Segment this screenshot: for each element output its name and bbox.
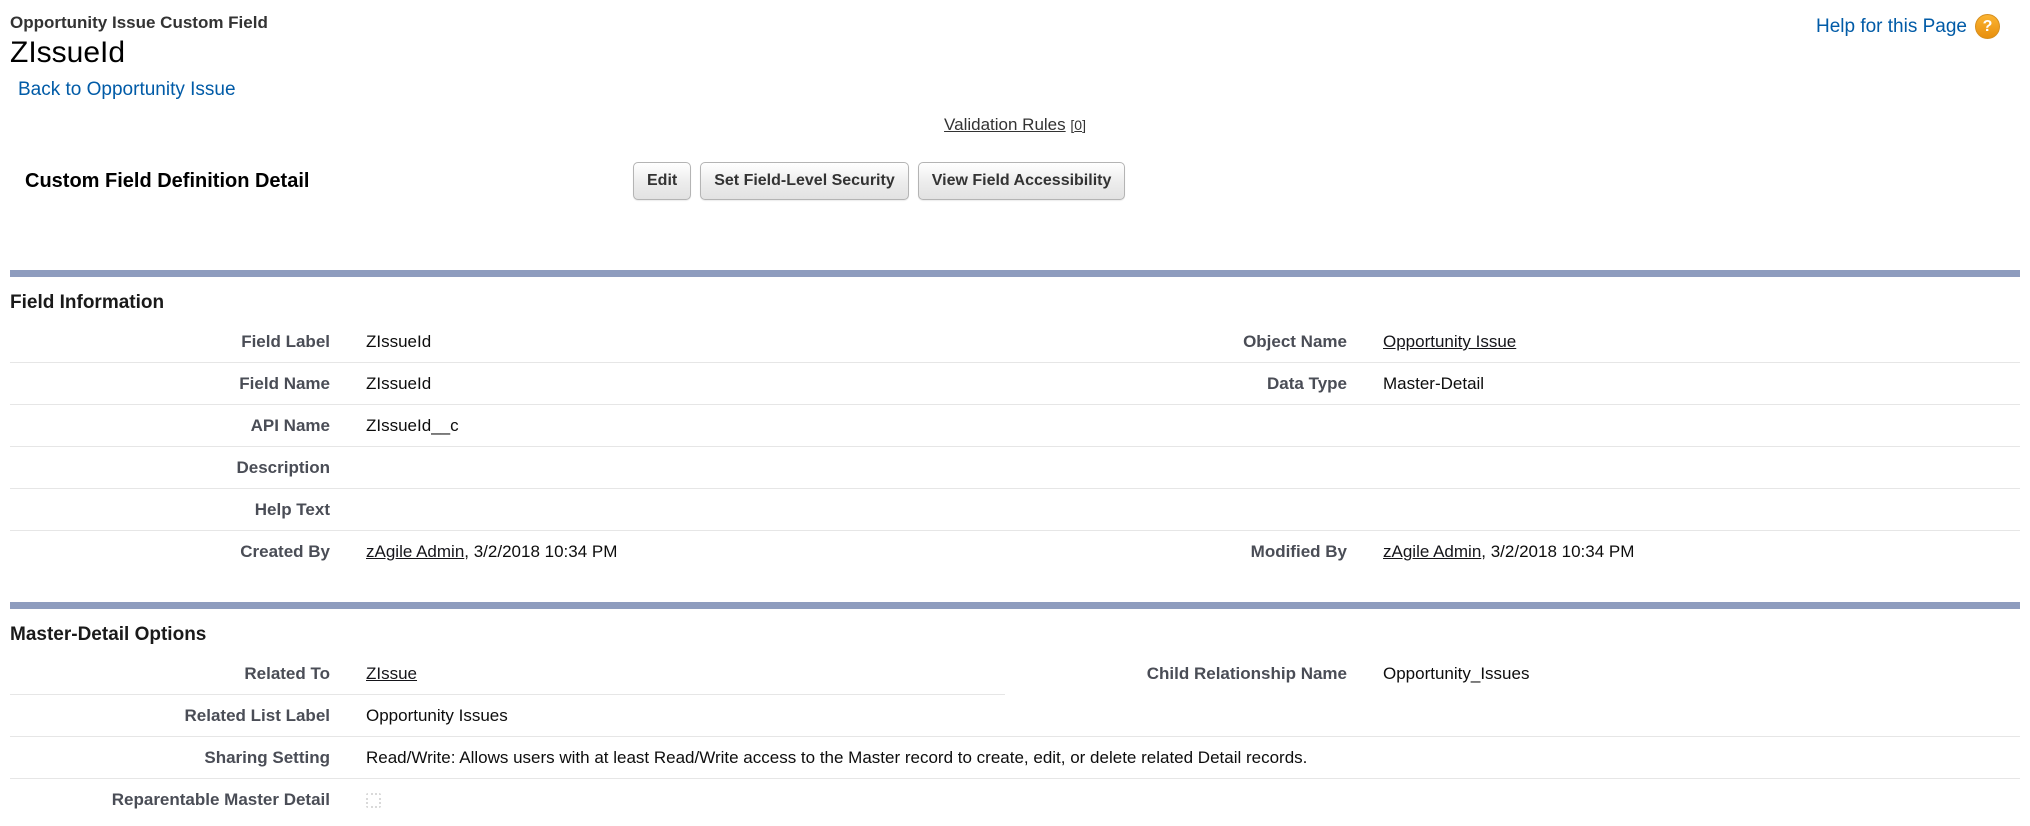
sharing-setting-value: Read/Write: Allows users with at least R… — [348, 737, 2020, 779]
reparentable-master-detail-value — [348, 779, 2020, 821]
view-field-accessibility-button[interactable]: View Field Accessibility — [918, 162, 1126, 200]
table-row: Sharing Setting Read/Write: Allows users… — [10, 737, 2020, 779]
empty-value — [1365, 489, 2020, 531]
sharing-setting-label: Sharing Setting — [10, 737, 348, 779]
detail-button-row: Edit Set Field-Level Security View Field… — [633, 162, 1125, 200]
data-type-value: Master-Detail — [1365, 363, 2020, 405]
created-by-label: Created By — [10, 531, 348, 573]
help-text-label: Help Text — [10, 489, 348, 531]
child-relationship-name-value: Opportunity_Issues — [1365, 653, 2020, 695]
modified-by-label: Modified By — [1005, 531, 1365, 573]
modified-by-user-link[interactable]: zAgile Admin — [1383, 542, 1481, 561]
related-list-label-value: Opportunity Issues — [348, 695, 2020, 737]
table-row: Field Label ZIssueId Object Name Opportu… — [10, 321, 2020, 363]
created-by-datetime: , 3/2/2018 10:34 PM — [464, 542, 617, 561]
table-row: Related To ZIssue Child Relationship Nam… — [10, 653, 2020, 695]
related-to-link[interactable]: ZIssue — [366, 664, 417, 683]
field-name-label: Field Name — [10, 363, 348, 405]
field-label-label: Field Label — [10, 321, 348, 363]
description-label: Description — [10, 447, 348, 489]
master-detail-options-table: Related To ZIssue Child Relationship Nam… — [10, 653, 2020, 820]
created-by-value: zAgile Admin, 3/2/2018 10:34 PM — [348, 531, 1005, 573]
table-row: API Name ZIssueId__c — [10, 405, 2020, 447]
back-to-object-link[interactable]: Back to Opportunity Issue — [18, 78, 236, 102]
section-divider-bar — [10, 270, 2020, 277]
api-name-value: ZIssueId__c — [348, 405, 1005, 447]
section-divider-bar — [10, 602, 2020, 609]
validation-rules-line: Validation Rules [0] — [0, 114, 2030, 136]
modified-by-value: zAgile Admin, 3/2/2018 10:34 PM — [1365, 531, 2020, 573]
validation-rules-count-link[interactable]: 0 — [1074, 117, 1082, 133]
table-row: Created By zAgile Admin, 3/2/2018 10:34 … — [10, 531, 2020, 573]
modified-by-datetime: , 3/2/2018 10:34 PM — [1481, 542, 1634, 561]
table-row: Help Text — [10, 489, 2020, 531]
empty-value — [1365, 405, 2020, 447]
api-name-label: API Name — [10, 405, 348, 447]
help-question-icon[interactable]: ? — [1975, 14, 2000, 39]
table-row: Related List Label Opportunity Issues — [10, 695, 2020, 737]
bracket-close: ] — [1082, 117, 1086, 133]
field-label-value: ZIssueId — [348, 321, 1005, 363]
empty-label — [1005, 405, 1365, 447]
entity-label: Opportunity Issue Custom Field — [10, 12, 2030, 34]
master-detail-options-title: Master-Detail Options — [10, 623, 2030, 647]
set-field-level-security-button[interactable]: Set Field-Level Security — [700, 162, 909, 200]
validation-rules-count: [0] — [1070, 117, 1086, 133]
detail-block-title: Custom Field Definition Detail — [25, 170, 309, 193]
field-information-title: Field Information — [10, 291, 2030, 315]
object-name-link[interactable]: Opportunity Issue — [1383, 332, 1516, 351]
object-name-value: Opportunity Issue — [1365, 321, 2020, 363]
empty-label — [1005, 489, 1365, 531]
related-to-label: Related To — [10, 653, 348, 695]
table-row: Reparentable Master Detail — [10, 779, 2020, 821]
child-relationship-name-label: Child Relationship Name — [1005, 653, 1365, 695]
table-row: Field Name ZIssueId Data Type Master-Det… — [10, 363, 2020, 405]
page-title: ZIssueId — [10, 34, 2030, 72]
reparentable-master-detail-label: Reparentable Master Detail — [10, 779, 348, 821]
help-text-value — [348, 489, 1005, 531]
data-type-label: Data Type — [1005, 363, 1365, 405]
help-for-this-page-link[interactable]: Help for this Page — [1816, 16, 1967, 38]
edit-button[interactable]: Edit — [633, 162, 691, 200]
empty-label — [1005, 447, 1365, 489]
validation-rules-link[interactable]: Validation Rules — [944, 115, 1066, 134]
table-row: Description — [10, 447, 2020, 489]
related-list-label-label: Related List Label — [10, 695, 348, 737]
page-header: Opportunity Issue Custom Field ZIssueId … — [0, 0, 2030, 102]
reparentable-checkbox[interactable] — [366, 793, 381, 808]
related-to-value: ZIssue — [348, 653, 1005, 695]
field-information-table: Field Label ZIssueId Object Name Opportu… — [10, 321, 2020, 572]
created-by-user-link[interactable]: zAgile Admin — [366, 542, 464, 561]
description-value — [348, 447, 1005, 489]
help-area: Help for this Page ? — [1816, 14, 2000, 39]
detail-block-header: Custom Field Definition Detail Edit Set … — [0, 160, 2030, 216]
empty-value — [1365, 447, 2020, 489]
field-name-value: ZIssueId — [348, 363, 1005, 405]
object-name-label: Object Name — [1005, 321, 1365, 363]
